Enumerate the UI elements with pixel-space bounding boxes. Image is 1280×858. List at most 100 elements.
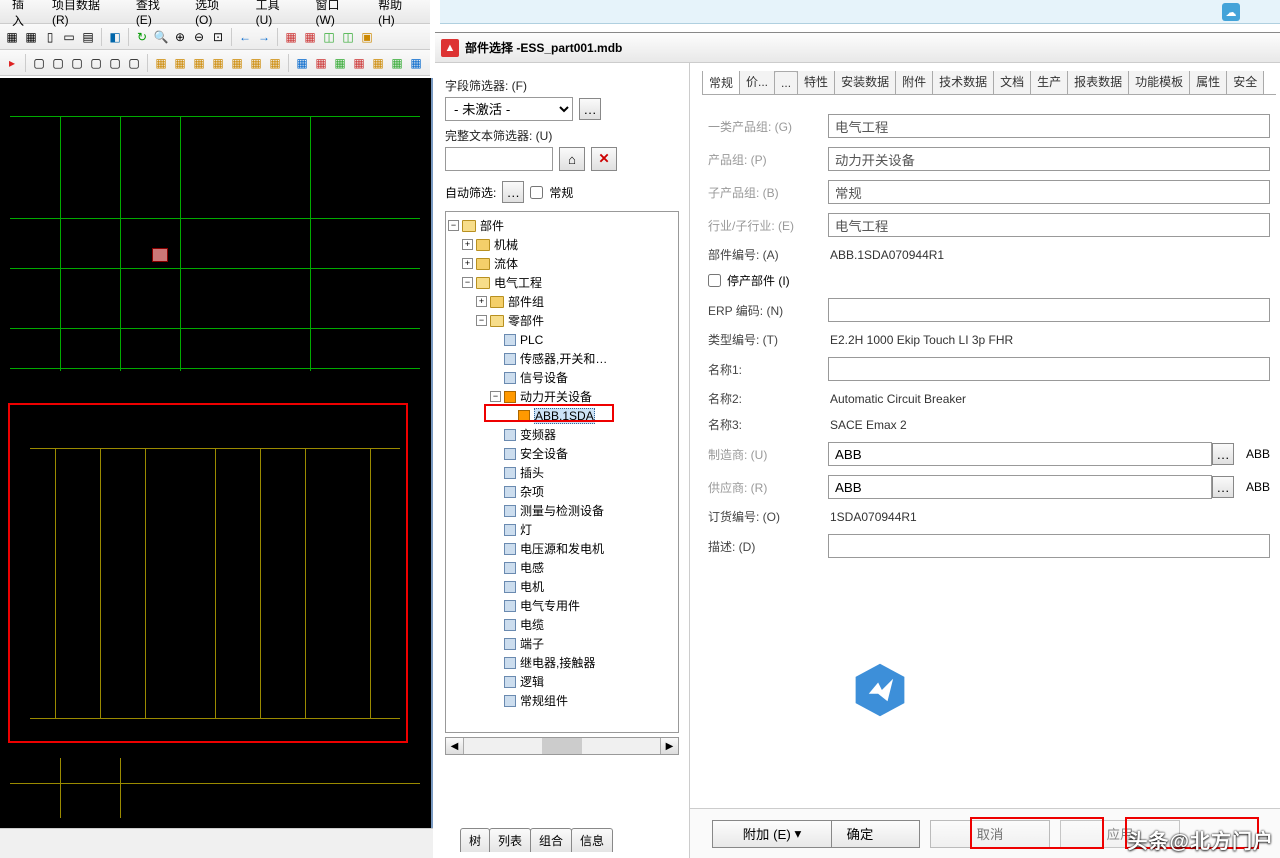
tree-leaf[interactable]: 电压源和发电机 bbox=[520, 540, 604, 557]
cancel-button[interactable]: 取消 bbox=[930, 820, 1050, 848]
tree-root[interactable]: 部件 bbox=[480, 217, 504, 234]
tree-leaf[interactable]: 电缆 bbox=[520, 616, 544, 633]
tree-leaf[interactable]: 继电器,接触器 bbox=[520, 654, 595, 671]
clear-icon[interactable]: ✕ bbox=[591, 147, 617, 171]
expand-icon[interactable]: + bbox=[462, 258, 473, 269]
field-filter-select[interactable]: - 未激活 - bbox=[445, 97, 573, 121]
in-supplier-code[interactable] bbox=[828, 475, 1212, 499]
expand-icon[interactable]: − bbox=[448, 220, 459, 231]
tree-leaf[interactable]: 传感器,开关和… bbox=[520, 350, 607, 367]
cb-discontinued[interactable] bbox=[708, 274, 721, 287]
tab-tree[interactable]: 树 bbox=[460, 828, 490, 852]
expand-icon[interactable]: − bbox=[490, 391, 501, 402]
tb2-16-icon[interactable]: ▦ bbox=[332, 55, 348, 71]
tab-char[interactable]: 特性 bbox=[797, 71, 835, 94]
field-filter-more-button[interactable]: … bbox=[579, 98, 601, 120]
tb-b-icon[interactable]: ▦ bbox=[302, 29, 318, 45]
tab-func[interactable]: 功能模板 bbox=[1128, 71, 1190, 94]
tab-accessory[interactable]: 附件 bbox=[895, 71, 933, 94]
menu-help[interactable]: 帮助 (H) bbox=[370, 0, 430, 30]
tree-leaf[interactable]: 逻辑 bbox=[520, 673, 544, 690]
tb2-1-icon[interactable]: ▢ bbox=[31, 55, 47, 71]
tb-d-icon[interactable]: ◫ bbox=[340, 29, 356, 45]
menu-window[interactable]: 窗口 (W) bbox=[308, 0, 371, 30]
tree-leaf[interactable]: 动力开关设备 bbox=[520, 388, 592, 405]
tree-node[interactable]: 机械 bbox=[494, 236, 518, 253]
tb2-7-icon[interactable]: ▦ bbox=[153, 55, 169, 71]
tb-zoomfit-icon[interactable]: ⊡ bbox=[210, 29, 226, 45]
tree-leaf[interactable]: 灯 bbox=[520, 521, 532, 538]
tb-doc-icon[interactable]: ▯ bbox=[42, 29, 58, 45]
tb-grid-icon[interactable]: ▦ bbox=[4, 29, 20, 45]
schematic-canvas[interactable] bbox=[0, 78, 433, 828]
tab-report[interactable]: 报表数据 bbox=[1067, 71, 1129, 94]
tree-node[interactable]: 部件组 bbox=[508, 293, 544, 310]
maker-lookup-button[interactable]: … bbox=[1212, 443, 1234, 465]
tree-leaf[interactable]: 测量与检测设备 bbox=[520, 502, 604, 519]
tree-leaf[interactable]: 电气专用件 bbox=[520, 597, 580, 614]
tb2-18-icon[interactable]: ▦ bbox=[370, 55, 386, 71]
tree-leaf[interactable]: 插头 bbox=[520, 464, 544, 481]
component-symbol[interactable] bbox=[152, 248, 168, 262]
menu-projdata[interactable]: 项目数据 (R) bbox=[44, 0, 128, 30]
in-erp[interactable] bbox=[828, 298, 1270, 322]
auto-filter-button[interactable]: … bbox=[502, 181, 524, 203]
tab-info[interactable]: 信息 bbox=[571, 828, 613, 852]
tab-install[interactable]: 安装数据 bbox=[834, 71, 896, 94]
scroll-thumb[interactable] bbox=[542, 738, 582, 754]
tree-hscrollbar[interactable]: ◀ ▶ bbox=[445, 737, 679, 755]
tb-e-icon[interactable]: ▣ bbox=[359, 29, 375, 45]
menu-tools[interactable]: 工具 (U) bbox=[248, 0, 308, 30]
search-icon[interactable]: ⌂ bbox=[559, 147, 585, 171]
tb2-17-icon[interactable]: ▦ bbox=[351, 55, 367, 71]
menu-find[interactable]: 查找 (E) bbox=[128, 0, 187, 30]
expand-icon[interactable]: + bbox=[476, 296, 487, 307]
tab-list[interactable]: 列表 bbox=[489, 828, 531, 852]
tb2-13-icon[interactable]: ▦ bbox=[267, 55, 283, 71]
cloud-icon[interactable]: ☁ bbox=[1222, 3, 1240, 21]
in-prod1[interactable] bbox=[828, 114, 1270, 138]
tb-refresh-icon[interactable]: ↻ bbox=[134, 29, 150, 45]
tree-node[interactable]: 零部件 bbox=[508, 312, 544, 329]
menu-insert[interactable]: 插入 bbox=[4, 0, 44, 32]
tb2-19-icon[interactable]: ▦ bbox=[389, 55, 405, 71]
in-prod2[interactable] bbox=[828, 147, 1270, 171]
tb-back-icon[interactable]: ← bbox=[237, 29, 253, 45]
scroll-left-icon[interactable]: ◀ bbox=[446, 738, 464, 754]
tree-leaf[interactable]: 安全设备 bbox=[520, 445, 568, 462]
tb2-10-icon[interactable]: ▦ bbox=[210, 55, 226, 71]
tree-leaf[interactable]: PLC bbox=[520, 333, 543, 347]
parts-tree[interactable]: −部件 +机械 +流体 −电气工程 +部件组 −零部件 PLC 传感器,开关和…… bbox=[445, 211, 679, 733]
expand-icon[interactable]: + bbox=[462, 239, 473, 250]
tb2-5-icon[interactable]: ▢ bbox=[107, 55, 123, 71]
tb-page-icon[interactable]: ▤ bbox=[80, 29, 96, 45]
supplier-lookup-button[interactable]: … bbox=[1212, 476, 1234, 498]
tb-zoomin-icon[interactable]: ⊕ bbox=[172, 29, 188, 45]
text-filter-input[interactable] bbox=[445, 147, 553, 171]
tree-node[interactable]: 流体 bbox=[494, 255, 518, 272]
tree-leaf[interactable]: 信号设备 bbox=[520, 369, 568, 386]
in-industry[interactable] bbox=[828, 213, 1270, 237]
tab-price[interactable]: 价... bbox=[739, 71, 775, 94]
tb-grid2-icon[interactable]: ▦ bbox=[23, 29, 39, 45]
tab-prod[interactable]: 生产 bbox=[1030, 71, 1068, 94]
tab-attr[interactable]: 属性 bbox=[1189, 71, 1227, 94]
in-desc[interactable] bbox=[828, 534, 1270, 558]
tree-leaf[interactable]: 常规组件 bbox=[520, 692, 568, 709]
tb2-4-icon[interactable]: ▢ bbox=[88, 55, 104, 71]
tb-zoom-icon[interactable]: 🔍 bbox=[153, 29, 169, 45]
tree-node[interactable]: 电气工程 bbox=[494, 274, 542, 291]
tb2-2-icon[interactable]: ▢ bbox=[50, 55, 66, 71]
tb-fwd-icon[interactable]: → bbox=[256, 29, 272, 45]
dialog-titlebar[interactable]: ▲ 部件选择 - ESS_part001.mdb bbox=[435, 33, 1280, 63]
tb2-6-icon[interactable]: ▢ bbox=[126, 55, 142, 71]
tab-combo[interactable]: 组合 bbox=[530, 828, 572, 852]
tab-more[interactable]: ... bbox=[774, 71, 798, 94]
tb2-14-icon[interactable]: ▦ bbox=[294, 55, 310, 71]
tab-safe[interactable]: 安全 bbox=[1226, 71, 1264, 94]
tree-leaf[interactable]: 端子 bbox=[520, 635, 544, 652]
tb2-9-icon[interactable]: ▦ bbox=[191, 55, 207, 71]
tree-leaf[interactable]: 变频器 bbox=[520, 426, 556, 443]
tb2-20-icon[interactable]: ▦ bbox=[408, 55, 424, 71]
tree-leaf[interactable]: 电机 bbox=[520, 578, 544, 595]
